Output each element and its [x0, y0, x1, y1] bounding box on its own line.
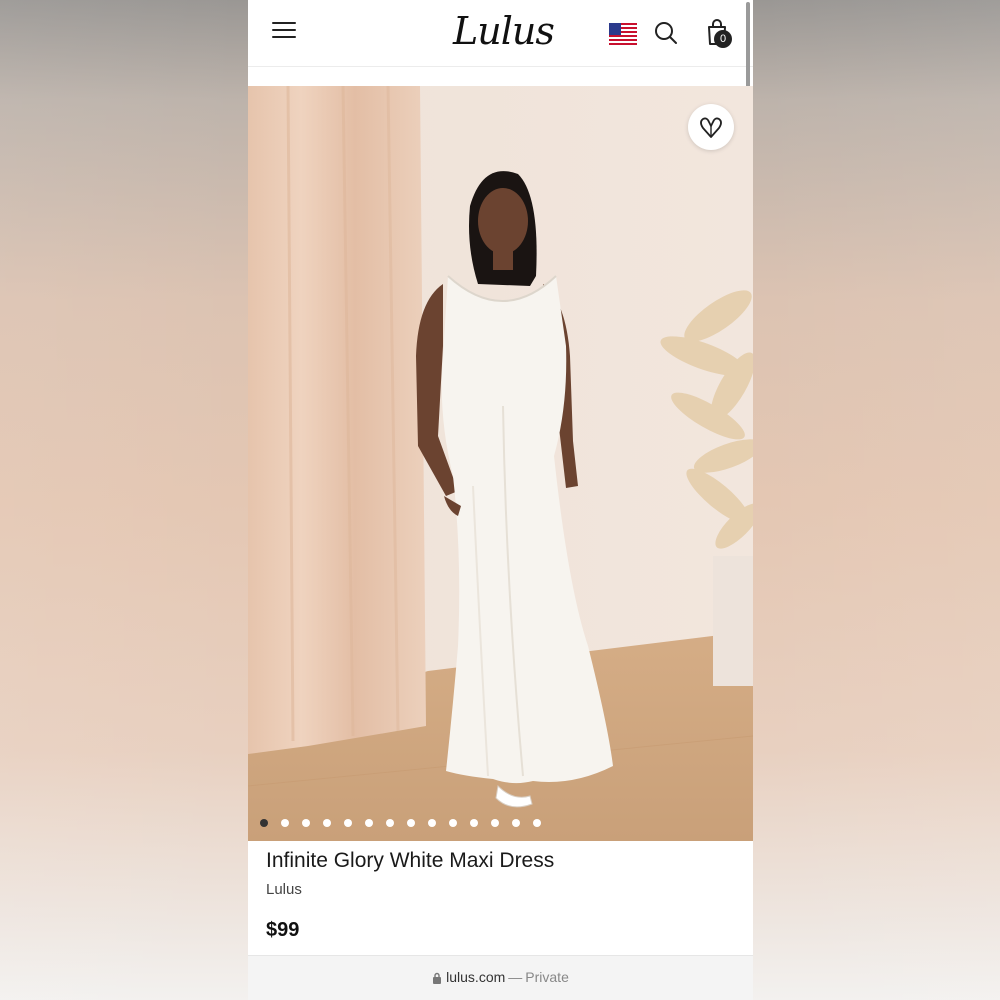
site-header: Lulus 0 — [248, 0, 753, 92]
private-mode-label: Private — [525, 969, 569, 985]
image-carousel-dots — [260, 819, 541, 829]
browser-url[interactable]: lulus.com — [446, 969, 505, 985]
carousel-dot[interactable] — [281, 819, 289, 827]
carousel-dot[interactable] — [386, 819, 394, 827]
us-flag-icon[interactable] — [609, 23, 637, 45]
carousel-dot[interactable] — [449, 819, 457, 827]
carousel-dot[interactable] — [407, 819, 415, 827]
carousel-dot[interactable] — [302, 819, 310, 827]
hamburger-menu-icon[interactable] — [272, 22, 296, 42]
background-blur-left — [0, 0, 248, 1000]
product-image[interactable] — [248, 86, 753, 841]
scrollbar[interactable] — [746, 2, 750, 92]
product-info: Infinite Glory White Maxi Dress Lulus $9… — [248, 841, 753, 955]
cart-count-badge: 0 — [714, 30, 732, 48]
carousel-dot[interactable] — [344, 819, 352, 827]
site-logo[interactable]: Lulus — [453, 8, 555, 54]
carousel-dot[interactable] — [260, 819, 268, 827]
carousel-dot[interactable] — [428, 819, 436, 827]
carousel-dot[interactable] — [470, 819, 478, 827]
carousel-dot[interactable] — [512, 819, 520, 827]
product-title: Infinite Glory White Maxi Dress — [266, 849, 555, 872]
carousel-dot[interactable] — [491, 819, 499, 827]
search-icon[interactable] — [653, 20, 679, 46]
product-brand[interactable]: Lulus — [266, 881, 302, 898]
carousel-dot[interactable] — [365, 819, 373, 827]
carousel-dot[interactable] — [533, 819, 541, 827]
browser-url-bar[interactable]: lulus.com — Private — [248, 955, 753, 1000]
url-separator: — — [508, 969, 523, 985]
phone-screen: Lulus 0 Infinite Glory White Maxi Dress … — [248, 0, 753, 1000]
product-photo-illustration — [248, 86, 753, 841]
wishlist-button[interactable] — [688, 104, 734, 150]
carousel-dot[interactable] — [323, 819, 331, 827]
product-price: $99 — [266, 919, 300, 941]
heart-icon — [700, 117, 722, 138]
lock-icon — [433, 972, 442, 984]
background-blur-right — [753, 0, 1000, 1000]
